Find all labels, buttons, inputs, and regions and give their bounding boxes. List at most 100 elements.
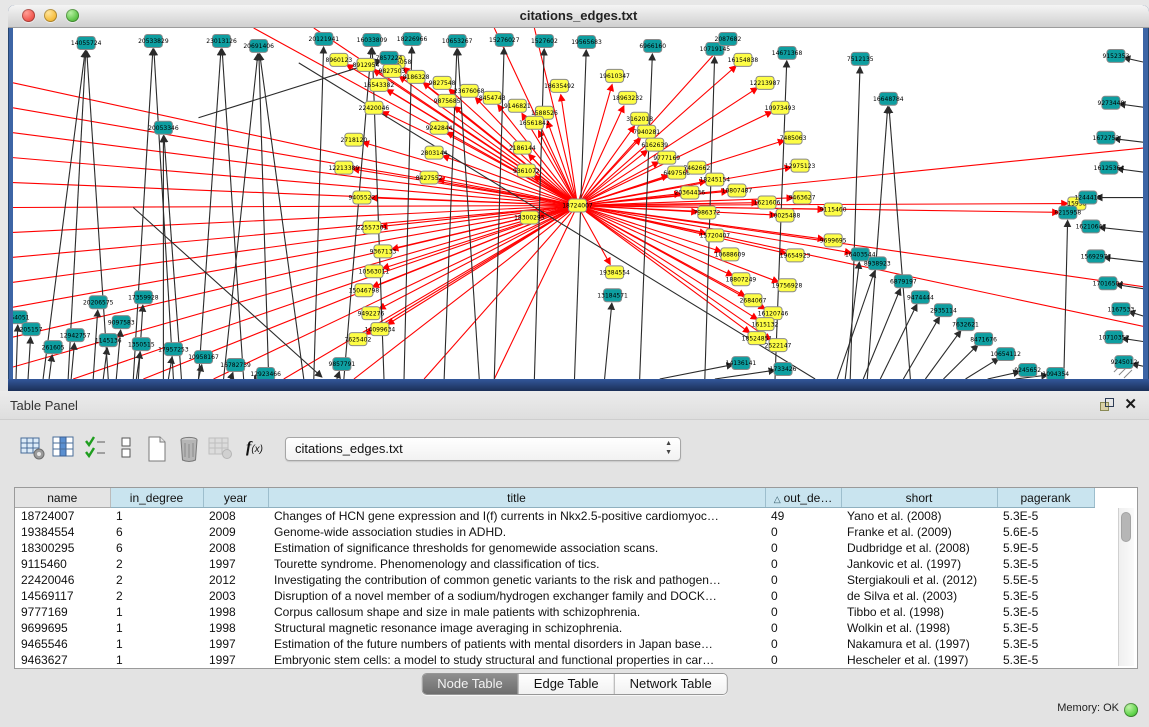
graph-node[interactable]: 10654112 bbox=[990, 348, 1021, 361]
table-cell[interactable]: 2008 bbox=[203, 540, 268, 556]
graph-node[interactable]: 20533829 bbox=[138, 34, 169, 47]
scrollbar-thumb[interactable] bbox=[1121, 512, 1131, 542]
column-header-out_de…[interactable]: △out_de… bbox=[765, 488, 841, 508]
table-cell[interactable]: 5.3E-5 bbox=[997, 636, 1094, 652]
table-cell[interactable]: Changes of HCN gene expression and I(f) … bbox=[268, 508, 765, 525]
table-cell[interactable]: 2009 bbox=[203, 524, 268, 540]
graph-node[interactable]: 7485063 bbox=[780, 131, 807, 144]
table-row[interactable]: 1456911722003Disruption of a novel membe… bbox=[15, 588, 1119, 604]
graph-node[interactable]: 10958167 bbox=[188, 351, 219, 364]
table-row[interactable]: 946554611997Estimation of the future num… bbox=[15, 636, 1119, 652]
table-cell[interactable]: 49 bbox=[765, 508, 841, 525]
graph-node[interactable]: 17957253 bbox=[158, 343, 189, 356]
table-cell[interactable]: Corpus callosum shape and size in male p… bbox=[268, 604, 765, 620]
graph-node[interactable]: 9463627 bbox=[789, 191, 816, 204]
table-cell[interactable]: 9115460 bbox=[15, 556, 110, 572]
table-cell[interactable] bbox=[1094, 652, 1119, 668]
table-cell[interactable] bbox=[1094, 540, 1119, 556]
table-cell[interactable]: 1 bbox=[110, 604, 203, 620]
graph-node[interactable]: 19654923 bbox=[780, 249, 811, 262]
graph-node[interactable]: 10807487 bbox=[722, 184, 753, 197]
graph-node[interactable]: 12942757 bbox=[60, 329, 91, 342]
table-cell[interactable]: 2 bbox=[110, 572, 203, 588]
network-view[interactable]: 1872400718300295896012389129541822605898… bbox=[13, 28, 1143, 379]
graph-node[interactable]: 14671368 bbox=[772, 46, 803, 59]
table-cell[interactable] bbox=[1094, 508, 1119, 525]
table-cell[interactable]: Tibbo et al. (1998) bbox=[841, 604, 997, 620]
graph-node[interactable]: 16648784 bbox=[873, 92, 904, 105]
float-panel-icon[interactable] bbox=[1099, 397, 1115, 412]
table-cell[interactable]: 0 bbox=[765, 652, 841, 668]
graph-node[interactable]: 7632621 bbox=[952, 318, 979, 331]
table-cell[interactable]: 9777169 bbox=[15, 604, 110, 620]
graph-node[interactable]: 7462662 bbox=[683, 161, 710, 174]
column-header-pagerank[interactable]: pagerank bbox=[997, 488, 1094, 508]
table-row[interactable]: 1938455462009Genome-wide association stu… bbox=[15, 524, 1119, 540]
table-cell[interactable] bbox=[1094, 620, 1119, 636]
graph-node[interactable]: 16210643 bbox=[1076, 220, 1107, 233]
table-row[interactable]: 946362711997Embryonic stem cells: a mode… bbox=[15, 652, 1119, 668]
column-header-name[interactable]: name bbox=[15, 488, 110, 508]
table-cell[interactable]: 5.3E-5 bbox=[997, 508, 1094, 525]
graph-node[interactable]: 17016504 bbox=[1093, 277, 1124, 290]
table-cell[interactable]: 18724007 bbox=[15, 508, 110, 525]
table-cell[interactable]: 2012 bbox=[203, 572, 268, 588]
table-cell[interactable]: 22420046 bbox=[15, 572, 110, 588]
table-cell[interactable]: Investigating the contribution of common… bbox=[268, 572, 765, 588]
graph-node[interactable]: 12213987 bbox=[750, 76, 781, 89]
graph-node[interactable]: 9827548 bbox=[429, 76, 456, 89]
graph-node[interactable]: 1350515 bbox=[128, 338, 155, 351]
graph-node[interactable]: 9777169 bbox=[653, 151, 680, 164]
graph-node[interactable]: 2186144 bbox=[509, 141, 536, 154]
table-row[interactable]: 1830029562008Estimation of significance … bbox=[15, 540, 1119, 556]
graph-node[interactable]: 254051 bbox=[13, 311, 30, 324]
graph-node[interactable]: 9273448 bbox=[1098, 96, 1125, 109]
table-cell[interactable]: 0 bbox=[765, 620, 841, 636]
table-cell[interactable]: 0 bbox=[765, 556, 841, 572]
table-cell[interactable]: Embryonic stem cells: a model to study s… bbox=[268, 652, 765, 668]
graph-node[interactable]: 15692971 bbox=[1081, 250, 1112, 263]
table-cell[interactable]: Dudbridge et al. (2008) bbox=[841, 540, 997, 556]
graph-node[interactable]: 9405522 bbox=[349, 191, 376, 204]
graph-node[interactable]: 8454743 bbox=[479, 91, 506, 104]
graph-node[interactable]: 1733426 bbox=[770, 363, 797, 376]
table-cell[interactable]: Structural magnetic resonance image aver… bbox=[268, 620, 765, 636]
table-row[interactable]: 969969511998Structural magnetic resonanc… bbox=[15, 620, 1119, 636]
column-header-filler[interactable] bbox=[1094, 488, 1119, 508]
graph-node[interactable]: 1672752 bbox=[1093, 131, 1120, 144]
table-cell[interactable] bbox=[1094, 572, 1119, 588]
graph-node[interactable]: 9857791 bbox=[329, 358, 356, 371]
graph-node[interactable]: 16033809 bbox=[357, 33, 388, 46]
graph-node[interactable]: 16125364 bbox=[1094, 161, 1125, 174]
graph-node[interactable]: 1094354 bbox=[1042, 368, 1069, 379]
table-cell[interactable]: 1 bbox=[110, 620, 203, 636]
table-cell[interactable]: Stergiakouli et al. (2012) bbox=[841, 572, 997, 588]
table-cell[interactable]: 2 bbox=[110, 556, 203, 572]
table-source-dropdown[interactable]: citations_edges.txt ▲▼ bbox=[285, 437, 681, 461]
graph-node[interactable]: 1145136 bbox=[95, 334, 122, 347]
new-document-icon[interactable] bbox=[145, 435, 173, 463]
graph-node[interactable]: 16154838 bbox=[728, 53, 759, 66]
graph-node[interactable]: 20121941 bbox=[309, 32, 340, 45]
graph-node[interactable]: 10710352 bbox=[1099, 331, 1130, 344]
graph-node[interactable]: 9245012 bbox=[1111, 356, 1138, 369]
table-cell[interactable]: Jankovic et al. (1997) bbox=[841, 556, 997, 572]
table-cell[interactable]: 18300295 bbox=[15, 540, 110, 556]
tab-node-table[interactable]: Node Table bbox=[422, 674, 518, 694]
graph-node[interactable]: 9474444 bbox=[907, 291, 934, 304]
column-chooser-icon[interactable] bbox=[52, 435, 80, 463]
table-cell[interactable]: 5.3E-5 bbox=[997, 604, 1094, 620]
graph-node[interactable]: 9699695 bbox=[820, 234, 847, 247]
table-cell[interactable] bbox=[1094, 604, 1119, 620]
graph-node[interactable]: 7625402 bbox=[345, 333, 372, 346]
table-cell[interactable]: 6 bbox=[110, 524, 203, 540]
table-cell[interactable]: 0 bbox=[765, 636, 841, 652]
graph-node[interactable]: 18963232 bbox=[612, 91, 643, 104]
table-cell[interactable]: Franke et al. (2009) bbox=[841, 524, 997, 540]
graph-node[interactable]: 9152353 bbox=[1103, 49, 1130, 62]
table-cell[interactable]: 1998 bbox=[203, 604, 268, 620]
table-cell[interactable]: Hescheler et al. (1997) bbox=[841, 652, 997, 668]
graph-node[interactable]: 1244413 bbox=[1074, 191, 1101, 204]
table-cell[interactable]: 1997 bbox=[203, 556, 268, 572]
window-titlebar[interactable]: citations_edges.txt bbox=[8, 5, 1149, 28]
